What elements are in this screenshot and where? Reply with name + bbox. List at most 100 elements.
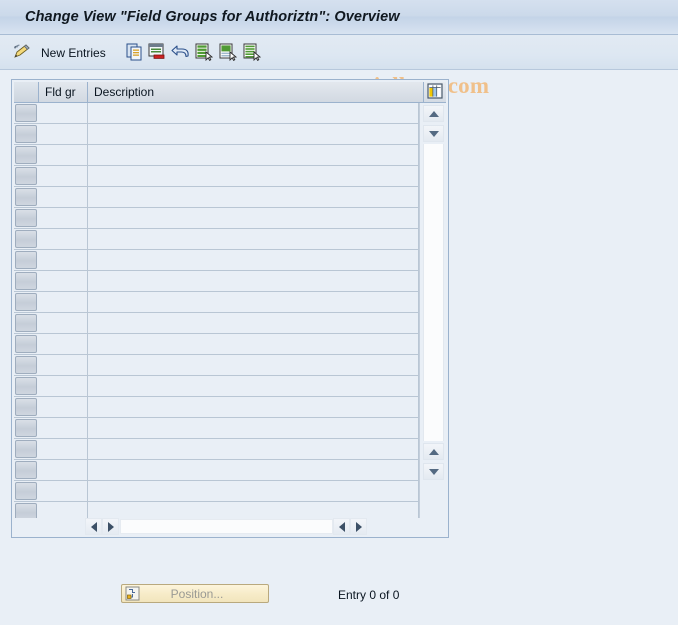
table-row[interactable] <box>14 187 446 208</box>
page-up-button[interactable] <box>423 443 444 460</box>
row-selector[interactable] <box>15 314 37 332</box>
cell-description[interactable] <box>88 397 419 417</box>
scroll-up-button[interactable] <box>423 105 444 122</box>
cell-fld-gr[interactable] <box>39 208 88 228</box>
cell-description[interactable] <box>88 481 419 501</box>
cell-fld-gr[interactable] <box>39 271 88 291</box>
undo-button[interactable] <box>171 42 191 64</box>
cell-fld-gr[interactable] <box>39 103 88 123</box>
table-row[interactable] <box>14 229 446 250</box>
cell-description[interactable] <box>88 208 419 228</box>
cell-description[interactable] <box>88 334 419 354</box>
new-entries-button[interactable]: New Entries <box>41 42 106 64</box>
row-selector[interactable] <box>15 146 37 164</box>
cell-fld-gr[interactable] <box>39 418 88 438</box>
scroll-left-button-end[interactable] <box>333 518 350 535</box>
row-selector[interactable] <box>15 461 37 479</box>
cell-description[interactable] <box>88 292 419 312</box>
table-row[interactable] <box>14 166 446 187</box>
cell-description[interactable] <box>88 355 419 375</box>
row-selector[interactable] <box>15 167 37 185</box>
cell-fld-gr[interactable] <box>39 229 88 249</box>
scroll-right-button-end[interactable] <box>350 518 367 535</box>
cell-description[interactable] <box>88 145 419 165</box>
row-selector[interactable] <box>15 356 37 374</box>
scroll-down-button[interactable] <box>423 125 444 142</box>
horizontal-scrollbar[interactable] <box>14 518 446 535</box>
cell-fld-gr[interactable] <box>39 460 88 480</box>
table-row[interactable] <box>14 418 446 439</box>
table-row[interactable] <box>14 502 446 518</box>
cell-description[interactable] <box>88 376 419 396</box>
table-row[interactable] <box>14 124 446 145</box>
cell-description[interactable] <box>88 187 419 207</box>
cell-description[interactable] <box>88 418 419 438</box>
scroll-left-button[interactable] <box>85 518 102 535</box>
row-selector[interactable] <box>15 398 37 416</box>
cell-fld-gr[interactable] <box>39 481 88 501</box>
column-header-fld-gr[interactable]: Fld gr <box>39 82 88 102</box>
table-row[interactable] <box>14 376 446 397</box>
table-row[interactable] <box>14 271 446 292</box>
row-selector[interactable] <box>15 251 37 269</box>
row-selector[interactable] <box>15 125 37 143</box>
table-row[interactable] <box>14 481 446 502</box>
cell-description[interactable] <box>88 313 419 333</box>
column-header-description[interactable]: Description <box>88 82 424 102</box>
cell-description[interactable] <box>88 166 419 186</box>
cell-fld-gr[interactable] <box>39 292 88 312</box>
table-row[interactable] <box>14 355 446 376</box>
cell-fld-gr[interactable] <box>39 439 88 459</box>
horizontal-scroll-track[interactable] <box>120 519 333 534</box>
delete-button[interactable] <box>148 42 166 64</box>
page-down-button[interactable] <box>423 463 444 480</box>
cell-description[interactable] <box>88 439 419 459</box>
column-config-button[interactable] <box>424 82 446 102</box>
table-row[interactable] <box>14 397 446 418</box>
cell-fld-gr[interactable] <box>39 250 88 270</box>
cell-fld-gr[interactable] <box>39 355 88 375</box>
cell-fld-gr[interactable] <box>39 187 88 207</box>
cell-description[interactable] <box>88 124 419 144</box>
table-row[interactable] <box>14 439 446 460</box>
row-selector[interactable] <box>15 503 37 518</box>
details-button[interactable] <box>243 42 262 64</box>
row-selector[interactable] <box>15 377 37 395</box>
row-selector[interactable] <box>15 335 37 353</box>
cell-description[interactable] <box>88 460 419 480</box>
table-row[interactable] <box>14 145 446 166</box>
column-header-selector[interactable] <box>14 82 39 102</box>
cell-fld-gr[interactable] <box>39 502 88 518</box>
cell-fld-gr[interactable] <box>39 334 88 354</box>
position-button[interactable]: Position... <box>121 584 269 603</box>
table-row[interactable] <box>14 103 446 124</box>
table-row[interactable] <box>14 292 446 313</box>
cell-fld-gr[interactable] <box>39 166 88 186</box>
cell-description[interactable] <box>88 229 419 249</box>
row-selector[interactable] <box>15 188 37 206</box>
row-selector[interactable] <box>15 440 37 458</box>
row-selector[interactable] <box>15 419 37 437</box>
table-row[interactable] <box>14 313 446 334</box>
cell-fld-gr[interactable] <box>39 313 88 333</box>
cell-fld-gr[interactable] <box>39 397 88 417</box>
row-selector[interactable] <box>15 104 37 122</box>
copy-as-button[interactable] <box>126 42 144 64</box>
table-row[interactable] <box>14 334 446 355</box>
table-row[interactable] <box>14 250 446 271</box>
row-selector[interactable] <box>15 293 37 311</box>
cell-description[interactable] <box>88 103 419 123</box>
select-all-button[interactable] <box>195 42 214 64</box>
table-row[interactable] <box>14 208 446 229</box>
deselect-all-button[interactable] <box>219 42 238 64</box>
cell-description[interactable] <box>88 250 419 270</box>
display-change-button[interactable] <box>10 42 32 64</box>
cell-description[interactable] <box>88 271 419 291</box>
row-selector[interactable] <box>15 272 37 290</box>
cell-fld-gr[interactable] <box>39 376 88 396</box>
cell-fld-gr[interactable] <box>39 145 88 165</box>
row-selector[interactable] <box>15 209 37 227</box>
vertical-scroll-track[interactable] <box>423 144 444 441</box>
row-selector[interactable] <box>15 230 37 248</box>
vertical-scrollbar[interactable] <box>419 103 446 518</box>
